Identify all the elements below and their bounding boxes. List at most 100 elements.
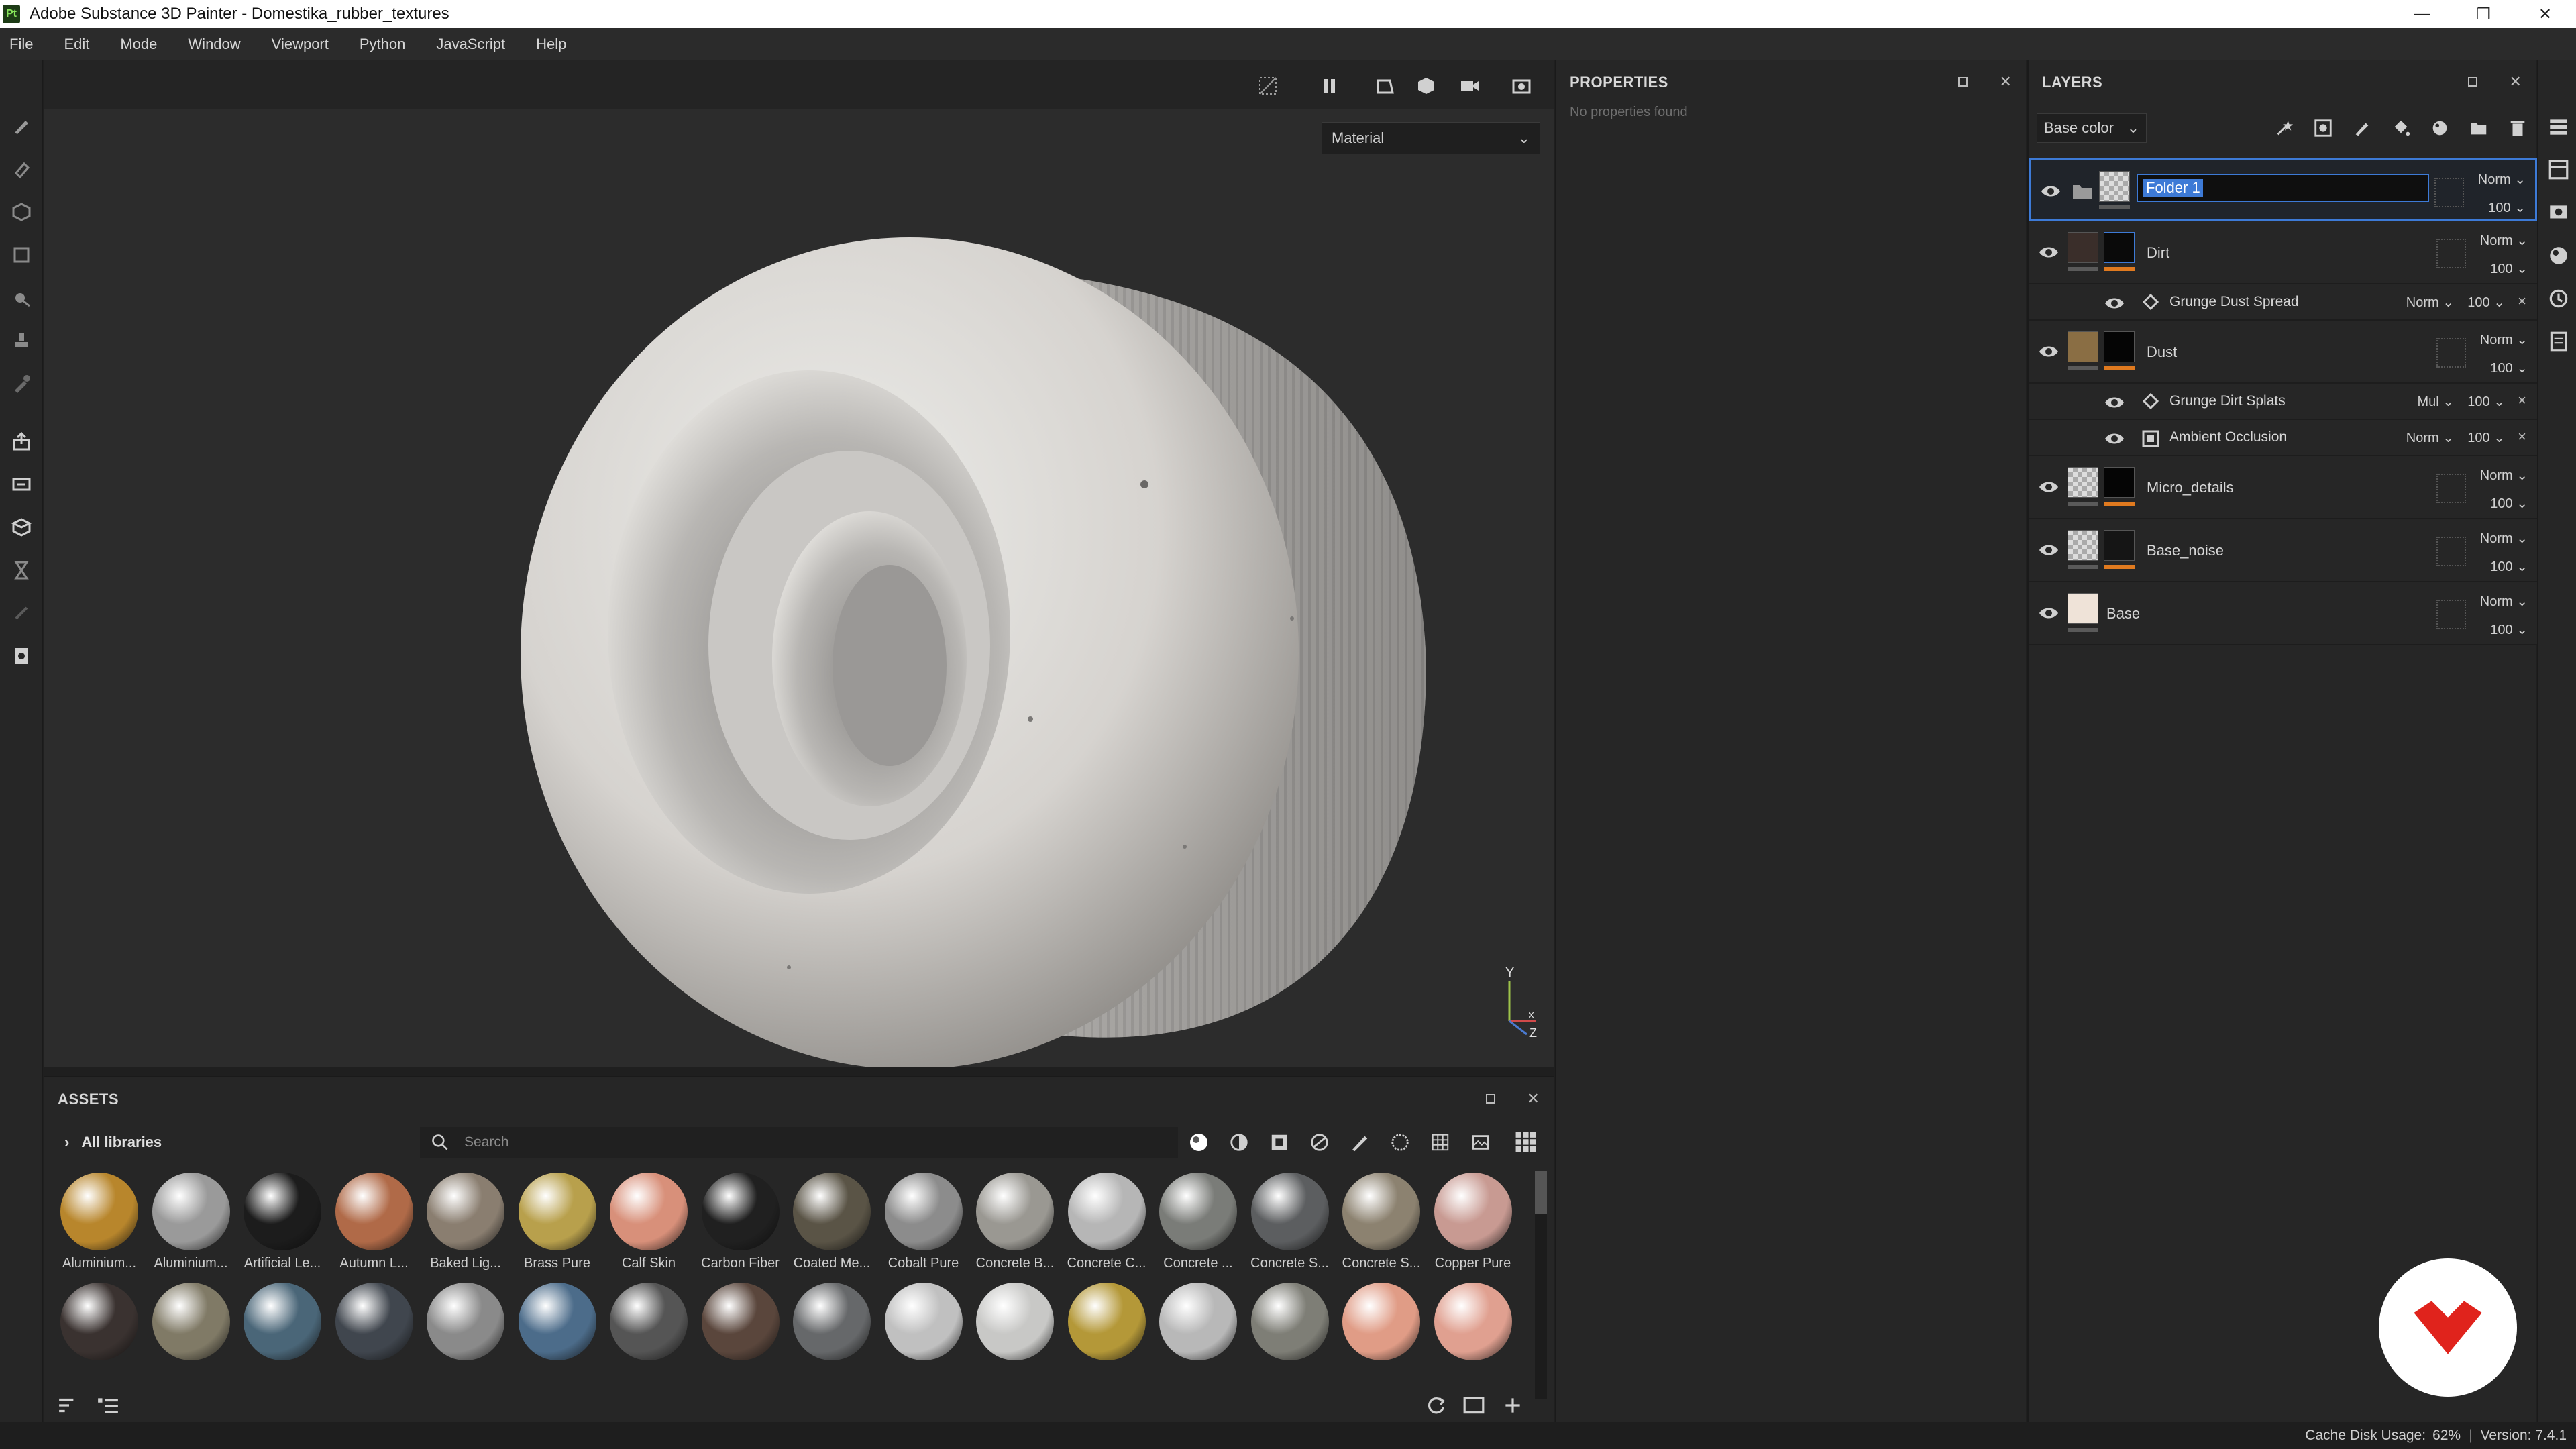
mask-thumbnail[interactable] (2104, 467, 2135, 498)
layer-thumbnail[interactable] (2068, 331, 2098, 362)
mask-thumbnail[interactable] (2104, 530, 2135, 561)
delete-layer-icon[interactable] (2505, 115, 2530, 141)
asset-tile[interactable]: Aluminium... (54, 1173, 145, 1271)
blend-mode-select[interactable]: Norm ⌄ (2470, 232, 2528, 249)
visibility-eye-icon[interactable] (2104, 292, 2125, 314)
geometry-mask-slot[interactable] (2436, 537, 2466, 566)
export-icon[interactable] (8, 428, 35, 455)
uv-icon[interactable] (8, 514, 35, 541)
opacity-field[interactable]: 100 ⌄ (2468, 199, 2526, 216)
layer-row-base-noise[interactable]: Base_noise Norm ⌄ 100 ⌄ (2029, 519, 2537, 582)
asset-tile[interactable] (969, 1283, 1061, 1360)
color-picker-icon[interactable] (8, 370, 35, 397)
layer-thumbnail[interactable] (2068, 232, 2098, 263)
screenshot-icon[interactable] (1508, 72, 1535, 99)
layers-dock-icon[interactable] (2547, 115, 2570, 138)
menu-javascript[interactable]: JavaScript (436, 36, 505, 53)
texture-set-icon[interactable] (2547, 158, 2570, 181)
bake-icon[interactable] (8, 471, 35, 498)
filter-smart-materials-icon[interactable] (1226, 1130, 1252, 1155)
add-asset-icon[interactable] (1501, 1395, 1524, 1415)
visibility-eye-icon[interactable] (2104, 428, 2125, 449)
camera-icon[interactable] (1456, 72, 1483, 99)
3d-viewport[interactable]: Material ⌄ Y Z X (44, 60, 1554, 1067)
layer-row-dirt[interactable]: Dirt Norm ⌄ 100 ⌄ (2029, 221, 2537, 284)
layer-row-folder-1[interactable]: Folder 1 Norm ⌄ 100 ⌄ (2029, 158, 2537, 221)
effect-blend-select[interactable]: Norm ⌄ (2406, 294, 2454, 311)
asset-tile[interactable]: Brass Pure (512, 1173, 603, 1271)
filter-brushes-icon[interactable] (1347, 1130, 1373, 1155)
remove-effect-icon[interactable]: × (2518, 292, 2526, 310)
polygon-fill-icon[interactable] (8, 241, 35, 268)
add-paint-layer-icon[interactable] (2349, 115, 2375, 141)
layer-thumbnail[interactable] (2068, 467, 2098, 498)
geometry-mask-slot[interactable] (2436, 600, 2466, 629)
close-panel-icon[interactable]: ✕ (2506, 72, 2525, 91)
visibility-eye-icon[interactable] (2104, 392, 2125, 413)
hourglass-icon[interactable] (8, 557, 35, 584)
menu-help[interactable]: Help (536, 36, 566, 53)
visibility-eye-icon[interactable] (2040, 180, 2061, 202)
smudge-icon[interactable] (8, 284, 35, 311)
mask-thumbnail[interactable] (2104, 331, 2135, 362)
asset-tile[interactable]: Cobalt Pure (878, 1173, 969, 1271)
asset-tile[interactable]: Concrete B... (969, 1173, 1061, 1271)
view-2d-icon[interactable] (1371, 72, 1398, 99)
asset-tile[interactable] (1428, 1283, 1519, 1360)
library-selector[interactable]: › All libraries (64, 1134, 162, 1151)
effect-opacity-field[interactable]: 100 ⌄ (2467, 429, 2505, 446)
blend-mode-select[interactable]: Norm ⌄ (2470, 530, 2528, 547)
layer-thumbnail[interactable] (2068, 530, 2098, 561)
asset-tile[interactable] (54, 1283, 145, 1360)
scrollbar-thumb[interactable] (1535, 1171, 1547, 1214)
blend-mode-select[interactable]: Norm ⌄ (2470, 467, 2528, 484)
filter-generators-icon[interactable] (1307, 1130, 1332, 1155)
shader-settings-icon[interactable] (2547, 244, 2570, 267)
filter-textures-icon[interactable] (1387, 1130, 1413, 1155)
asset-tile[interactable]: Carbon Fiber (695, 1173, 786, 1271)
pause-icon[interactable] (1316, 72, 1343, 99)
opacity-field[interactable]: 100 ⌄ (2470, 495, 2528, 512)
asset-tile[interactable]: Concrete S... (1244, 1173, 1336, 1271)
blend-mode-select[interactable]: Norm ⌄ (2470, 593, 2528, 610)
asset-tile[interactable]: Concrete ... (1152, 1173, 1244, 1271)
layer-name-input[interactable]: Folder 1 (2137, 174, 2429, 202)
folder-mask-thumbnail[interactable] (2099, 171, 2130, 202)
visibility-eye-icon[interactable] (2038, 539, 2059, 561)
float-panel-icon[interactable] (1953, 72, 1972, 91)
asset-tile[interactable]: Aluminium... (146, 1173, 237, 1271)
asset-tile[interactable] (329, 1283, 420, 1360)
float-panel-icon[interactable] (1481, 1089, 1500, 1108)
visibility-eye-icon[interactable] (2038, 341, 2059, 362)
clone-stamp-icon[interactable] (8, 327, 35, 354)
asset-tile[interactable]: Calf Skin (603, 1173, 694, 1271)
asset-tile[interactable] (1336, 1283, 1427, 1360)
asset-tile[interactable] (786, 1283, 877, 1360)
menu-file[interactable]: File (9, 36, 33, 53)
remove-effect-icon[interactable]: × (2518, 428, 2526, 445)
channel-select[interactable]: Base color ⌄ (2037, 113, 2147, 143)
refresh-icon[interactable] (1425, 1395, 1448, 1415)
asset-tile[interactable] (420, 1283, 511, 1360)
geometry-mask-slot[interactable] (2436, 239, 2466, 268)
add-effect-icon[interactable] (2271, 115, 2297, 141)
eraser-icon[interactable] (8, 156, 35, 182)
remove-effect-icon[interactable]: × (2518, 392, 2526, 409)
add-folder-icon[interactable] (2466, 115, 2491, 141)
projection-icon[interactable] (8, 199, 35, 225)
menu-edit[interactable]: Edit (64, 36, 89, 53)
asset-tile[interactable]: Artificial Le... (237, 1173, 328, 1271)
asset-tile[interactable] (603, 1283, 694, 1360)
opacity-field[interactable]: 100 ⌄ (2470, 558, 2528, 575)
float-panel-icon[interactable] (2463, 72, 2482, 91)
asset-tile[interactable]: Baked Lig... (420, 1173, 511, 1271)
asset-tile[interactable] (878, 1283, 969, 1360)
asset-tile[interactable]: Concrete S... (1336, 1173, 1427, 1271)
visibility-eye-icon[interactable] (2038, 241, 2059, 263)
geometry-mask-slot[interactable] (2436, 338, 2466, 368)
documentation-icon[interactable] (8, 643, 35, 669)
visibility-eye-icon[interactable] (2038, 602, 2059, 624)
blend-mode-select[interactable]: Norm ⌄ (2468, 171, 2526, 188)
menu-mode[interactable]: Mode (120, 36, 157, 53)
add-fill-layer-icon[interactable] (2388, 115, 2414, 141)
